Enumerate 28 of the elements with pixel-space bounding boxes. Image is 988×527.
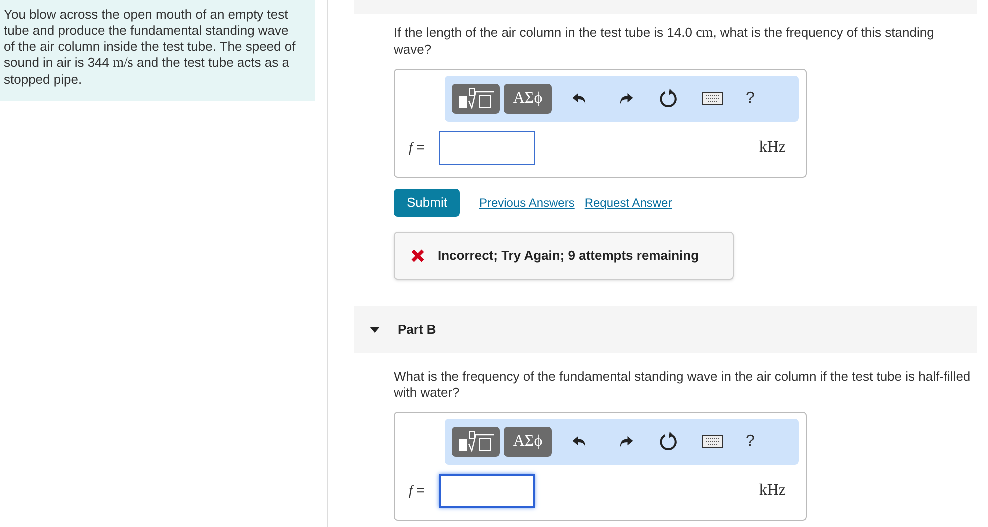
- answer-field[interactable]: [439, 131, 535, 165]
- help-button[interactable]: ?: [746, 430, 755, 454]
- cross-icon: [411, 249, 425, 263]
- symbols-button[interactable]: ΑΣϕ: [504, 84, 552, 114]
- problem-statement: You blow across the open mouth of an empty test tube and produce the fundamental standing wave of the air column inside the test tube. The speed of sound in air is 344 m/s and the test tube acts as a stopped pipe.: [4, 7, 297, 88]
- keyboard-icon[interactable]: [702, 435, 724, 449]
- templates-button[interactable]: [452, 427, 500, 457]
- reset-icon[interactable]: [658, 88, 680, 110]
- part-header[interactable]: Part B: [354, 306, 977, 353]
- fraction-root-icon: [456, 431, 496, 453]
- unit-label: kHz: [759, 481, 786, 501]
- submit-button[interactable]: Submit: [394, 189, 460, 217]
- symbols-button[interactable]: ΑΣϕ: [504, 427, 552, 457]
- part-title: Part B: [398, 320, 436, 339]
- variable-label: f =: [409, 138, 426, 158]
- help-button[interactable]: ?: [746, 87, 755, 111]
- feedback-message: Incorrect; Try Again; 9 attempts remaining: [438, 247, 700, 266]
- answer-link[interactable]: Previous Answers: [479, 194, 575, 212]
- answer-link[interactable]: Request Answer: [584, 194, 672, 212]
- variable-label: f =: [409, 481, 426, 501]
- question-text: If the length of the air column in the test tube is 14.0 cm, what is the frequency of this standing wave?: [394, 25, 936, 58]
- unit-label: kHz: [759, 138, 786, 158]
- reset-icon[interactable]: [658, 431, 680, 453]
- templates-button[interactable]: [452, 84, 500, 114]
- answer-field[interactable]: [439, 474, 535, 508]
- fraction-root-icon: [456, 88, 496, 110]
- question-text: What is the frequency of the fundamental standing wave in the air column if the test tube is half-filled with water?: [394, 369, 972, 401]
- keyboard-icon[interactable]: [702, 92, 724, 106]
